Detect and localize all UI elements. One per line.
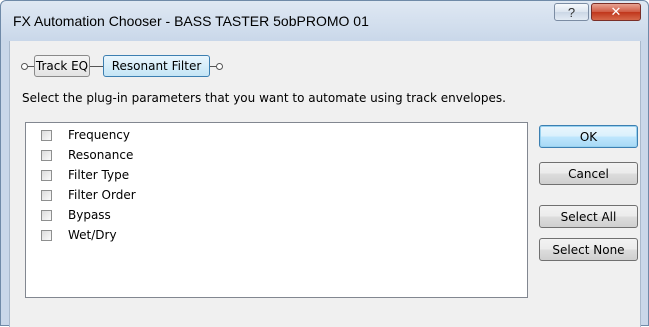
- parameter-checkbox[interactable]: [41, 149, 52, 161]
- parameter-checkbox[interactable]: [41, 229, 52, 241]
- fx-resonant-filter-label: Resonant Filter: [111, 59, 202, 73]
- parameter-checkbox[interactable]: [41, 129, 52, 141]
- parameter-label: Filter Type: [68, 168, 130, 182]
- close-icon: ✕: [610, 4, 622, 20]
- chain-input-pin-icon: [21, 63, 28, 70]
- select-none-button[interactable]: Select None: [539, 238, 638, 261]
- help-icon: ?: [567, 4, 576, 20]
- ok-button-label: OK: [579, 129, 598, 144]
- select-none-button-label: Select None: [552, 242, 625, 257]
- dialog-client-area: Track EQ Resonant Filter Select the plug…: [9, 41, 641, 327]
- parameter-label: Resonance: [68, 148, 134, 162]
- ok-button[interactable]: OK: [539, 125, 638, 148]
- parameter-list[interactable]: Frequency Resonance Filter Type Filter O…: [25, 122, 528, 298]
- chain-output-pin-icon: [216, 63, 223, 70]
- select-all-button[interactable]: Select All: [539, 205, 638, 228]
- parameter-item[interactable]: Filter Order: [41, 186, 136, 204]
- help-button[interactable]: ?: [554, 3, 589, 21]
- parameter-item[interactable]: Wet/Dry: [41, 226, 117, 244]
- parameter-label: Wet/Dry: [68, 228, 117, 242]
- chain-connector: [90, 66, 103, 67]
- cancel-button-label: Cancel: [568, 166, 609, 181]
- parameter-item[interactable]: Resonance: [41, 146, 133, 164]
- parameter-label: Filter Order: [68, 188, 136, 202]
- parameter-item[interactable]: Frequency: [41, 126, 130, 144]
- fx-track-eq-label: Track EQ: [35, 59, 89, 73]
- fx-resonant-filter-button[interactable]: Resonant Filter: [103, 55, 210, 77]
- parameter-item[interactable]: Filter Type: [41, 166, 129, 184]
- parameter-checkbox[interactable]: [41, 189, 52, 201]
- parameter-checkbox[interactable]: [41, 209, 52, 221]
- parameter-label: Bypass: [68, 208, 111, 222]
- select-all-button-label: Select All: [560, 209, 617, 224]
- title-bar[interactable]: FX Automation Chooser - BASS TASTER 5obP…: [1, 1, 648, 41]
- fx-track-eq-button[interactable]: Track EQ: [34, 55, 90, 77]
- parameter-label: Frequency: [68, 128, 130, 142]
- window-title: FX Automation Chooser - BASS TASTER 5obP…: [13, 13, 369, 29]
- cancel-button[interactable]: Cancel: [539, 162, 638, 185]
- parameter-item[interactable]: Bypass: [41, 206, 111, 224]
- instruction-text: Select the plug-in parameters that you w…: [22, 91, 506, 105]
- close-button[interactable]: ✕: [591, 3, 641, 21]
- dialog-window: FX Automation Chooser - BASS TASTER 5obP…: [0, 0, 649, 327]
- parameter-checkbox[interactable]: [41, 169, 52, 181]
